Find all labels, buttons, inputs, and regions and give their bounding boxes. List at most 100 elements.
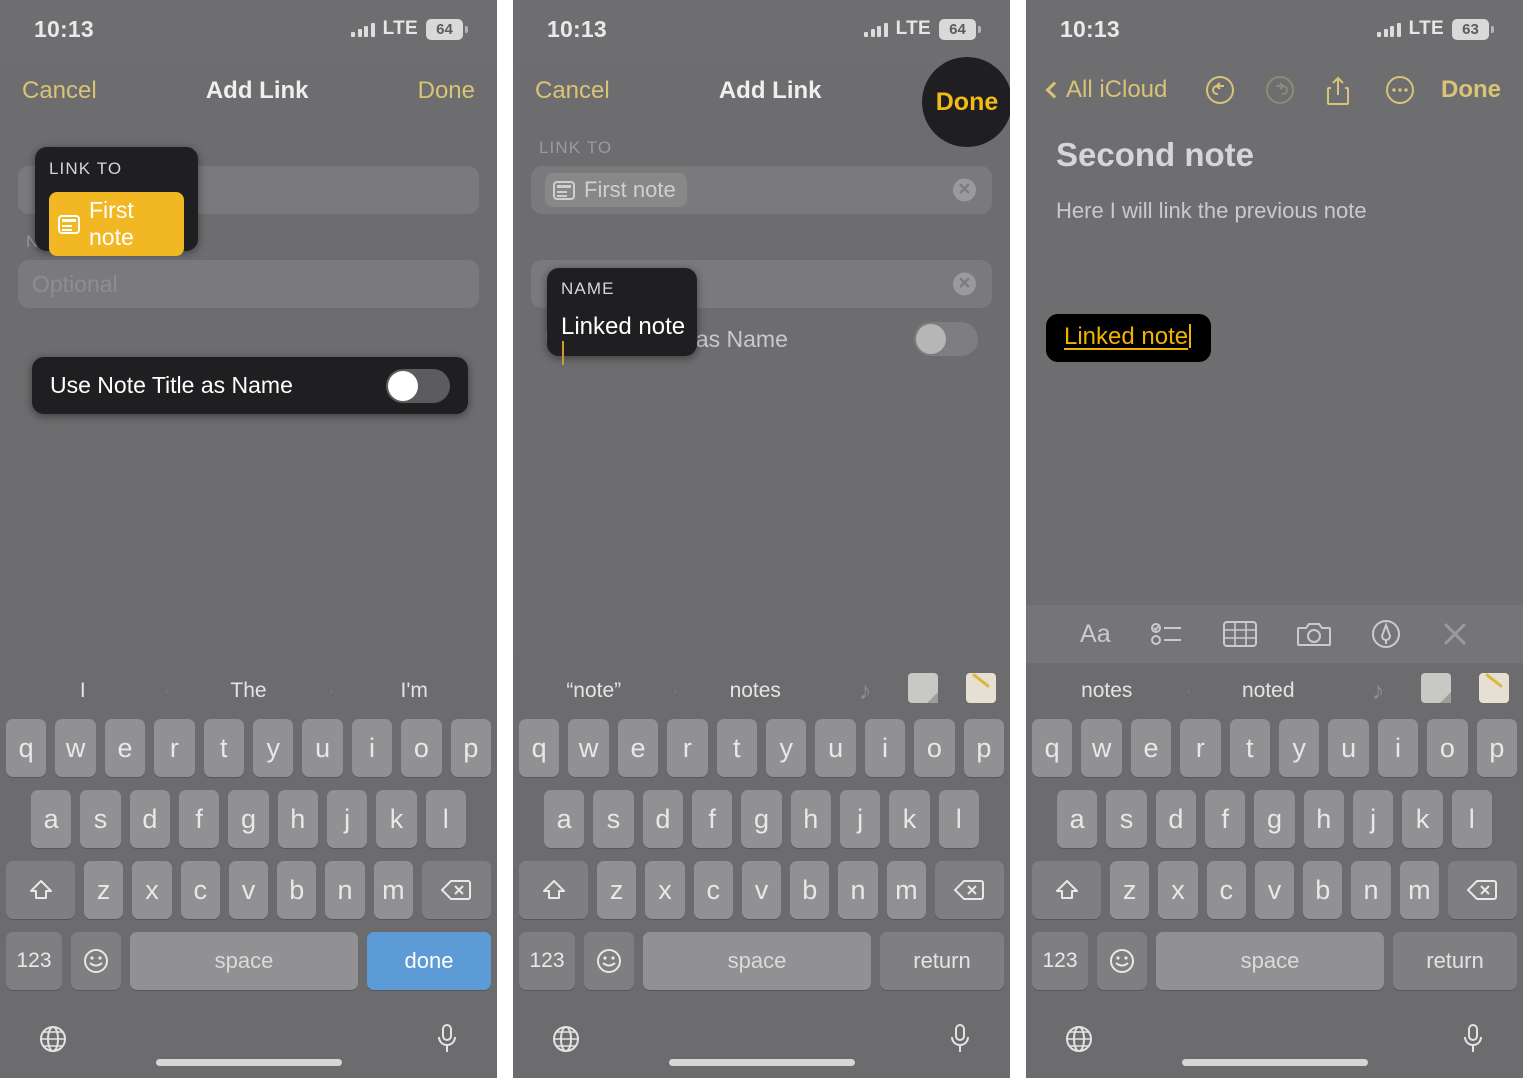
key[interactable]: y (253, 719, 294, 777)
key[interactable]: s (593, 790, 634, 848)
key[interactable]: k (889, 790, 930, 848)
back-to-all-icloud-button[interactable]: All iCloud (1045, 76, 1167, 104)
return-key[interactable]: return (880, 932, 1004, 990)
prediction-item[interactable]: “note” (513, 679, 675, 703)
key[interactable]: v (1254, 861, 1295, 919)
key[interactable]: t (716, 719, 757, 777)
key[interactable]: s (80, 790, 121, 848)
emoji-key[interactable] (584, 932, 634, 990)
done-button[interactable]: Done (418, 77, 475, 105)
return-key[interactable]: done (367, 932, 491, 990)
key[interactable]: m (886, 861, 926, 919)
key[interactable]: h (277, 790, 318, 848)
microphone-icon[interactable] (1461, 1023, 1485, 1055)
key[interactable]: x (1158, 861, 1198, 919)
key[interactable]: q (5, 719, 47, 777)
inline-link-highlight[interactable]: Linked note (1046, 314, 1212, 362)
prediction-item[interactable]: notes (1026, 679, 1188, 703)
key[interactable]: a (544, 790, 585, 848)
key[interactable]: c (1206, 861, 1246, 919)
cancel-button[interactable]: Cancel (535, 77, 610, 105)
callout-linked-note-chip[interactable]: First note (49, 192, 184, 256)
key[interactable]: k (1402, 790, 1443, 848)
backspace-key[interactable] (934, 861, 1004, 919)
markup-pen-icon[interactable] (1371, 619, 1401, 649)
table-icon[interactable] (1222, 621, 1257, 647)
key[interactable]: o (401, 719, 442, 777)
key[interactable]: t (203, 719, 244, 777)
key[interactable]: e (104, 719, 146, 777)
key[interactable]: z (84, 861, 124, 919)
key[interactable]: y (1279, 719, 1320, 777)
key[interactable]: u (1328, 719, 1369, 777)
key[interactable]: f (692, 790, 733, 848)
space-key[interactable]: space (1156, 932, 1384, 990)
key[interactable]: n (1351, 861, 1391, 919)
globe-icon[interactable] (1064, 1024, 1094, 1054)
prediction-item[interactable]: I'm (331, 679, 497, 703)
callout-use-note-title-toggle[interactable] (386, 368, 450, 403)
key[interactable]: h (1303, 790, 1344, 848)
key[interactable]: t (1229, 719, 1270, 777)
key[interactable]: h (790, 790, 831, 848)
key[interactable]: j (839, 790, 881, 848)
key[interactable]: d (129, 790, 170, 848)
prediction-item[interactable]: notes (674, 679, 837, 703)
key[interactable]: m (1399, 861, 1439, 919)
key[interactable]: o (1427, 719, 1468, 777)
prediction-item[interactable]: I (0, 679, 166, 703)
key[interactable]: b (277, 861, 317, 919)
key[interactable]: e (1130, 719, 1172, 777)
key[interactable]: r (154, 719, 195, 777)
key[interactable]: l (938, 790, 979, 848)
key[interactable]: g (741, 790, 782, 848)
use-note-title-toggle[interactable] (914, 322, 978, 356)
key[interactable]: u (815, 719, 856, 777)
undo-icon[interactable] (1205, 75, 1235, 105)
key[interactable]: c (693, 861, 733, 919)
more-options-icon[interactable] (1385, 75, 1415, 105)
key[interactable]: n (838, 861, 878, 919)
numbers-key[interactable]: 123 (519, 932, 575, 990)
return-key[interactable]: return (1393, 932, 1517, 990)
key[interactable]: l (425, 790, 466, 848)
key[interactable]: j (1352, 790, 1394, 848)
key[interactable]: w (1081, 719, 1122, 777)
emoji-suggestion-page[interactable] (1407, 673, 1465, 709)
key[interactable]: q (1031, 719, 1073, 777)
emoji-suggestion-memo[interactable] (1465, 673, 1523, 709)
key[interactable]: m (373, 861, 413, 919)
key[interactable]: v (741, 861, 782, 919)
shift-key[interactable] (1032, 861, 1102, 919)
key[interactable]: i (864, 719, 906, 777)
numbers-key[interactable]: 123 (1032, 932, 1088, 990)
space-key[interactable]: space (643, 932, 871, 990)
checklist-icon[interactable] (1150, 621, 1183, 647)
emoji-suggestion-note[interactable]: ♪ (836, 677, 894, 706)
prediction-item[interactable]: The (165, 679, 332, 703)
key[interactable]: x (132, 861, 172, 919)
key[interactable]: c (180, 861, 220, 919)
done-button-spotlight[interactable]: Done (922, 57, 1010, 147)
key[interactable]: n (325, 861, 365, 919)
key[interactable]: w (568, 719, 609, 777)
key[interactable]: f (179, 790, 220, 848)
shift-key[interactable] (519, 861, 589, 919)
linked-note-chip[interactable]: First note (545, 173, 687, 207)
key[interactable]: u (302, 719, 343, 777)
key[interactable]: p (963, 719, 1005, 777)
key[interactable]: d (1155, 790, 1196, 848)
space-key[interactable]: space (130, 932, 358, 990)
prediction-item[interactable]: noted (1187, 679, 1350, 703)
camera-icon[interactable] (1296, 621, 1331, 647)
key[interactable]: j (326, 790, 368, 848)
shift-key[interactable] (6, 861, 76, 919)
key[interactable]: g (1254, 790, 1295, 848)
key[interactable]: k (376, 790, 417, 848)
microphone-icon[interactable] (948, 1023, 972, 1055)
key[interactable]: p (450, 719, 492, 777)
key[interactable]: r (667, 719, 708, 777)
cancel-button[interactable]: Cancel (22, 77, 97, 105)
key[interactable]: i (1377, 719, 1419, 777)
microphone-icon[interactable] (435, 1023, 459, 1055)
